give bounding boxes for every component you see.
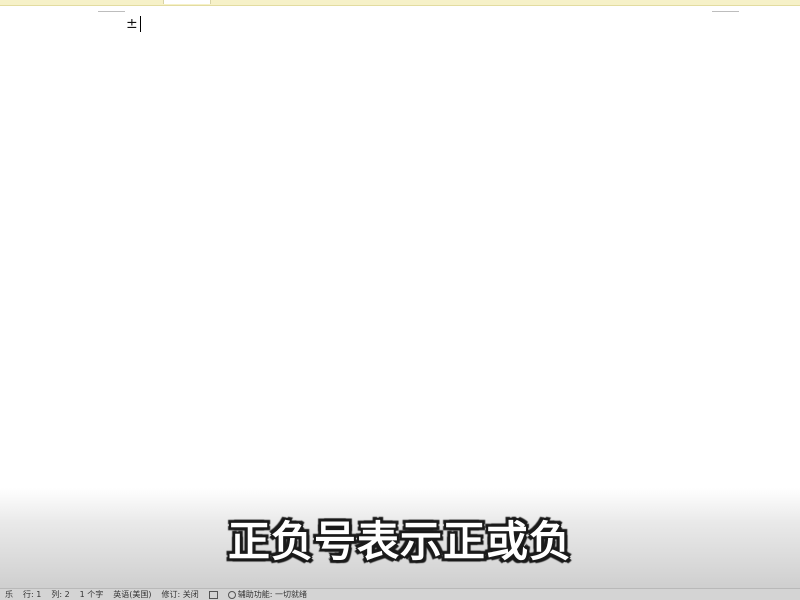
status-word-count[interactable]: 1 个字 [75,589,109,600]
ribbon-tab-edge[interactable] [163,0,211,4]
word-window: ± 正负号表示正或负 乐 行: 1 列: 2 1 个字 英语(美国) 修订: 关… [0,0,800,600]
macro-record-icon [208,591,218,599]
status-column[interactable]: 列: 2 [46,589,74,600]
status-view-mode[interactable]: 乐 [0,589,18,600]
document-page[interactable]: ± [0,6,800,490]
text-cursor [139,16,141,32]
margin-corner-top-left [98,11,125,12]
document-line-1[interactable]: ± [126,15,141,33]
status-line[interactable]: 行: 1 [18,589,46,600]
status-track-changes[interactable]: 修订: 关闭 [157,589,204,600]
accessibility-icon [227,591,236,599]
margin-corner-top-right [712,11,739,12]
video-subtitle: 正负号表示正或负 [227,517,572,566]
document-text[interactable]: ± [126,15,138,33]
status-language[interactable]: 英语(美国) [108,589,156,600]
status-accessibility[interactable]: 辅助功能: 一切就绪 [223,589,312,600]
status-bar: 乐 行: 1 列: 2 1 个字 英语(美国) 修订: 关闭 辅助功能: 一切就… [0,588,800,600]
status-accessibility-label: 辅助功能: 一切就绪 [237,590,308,599]
macro-record-button[interactable] [204,589,223,600]
